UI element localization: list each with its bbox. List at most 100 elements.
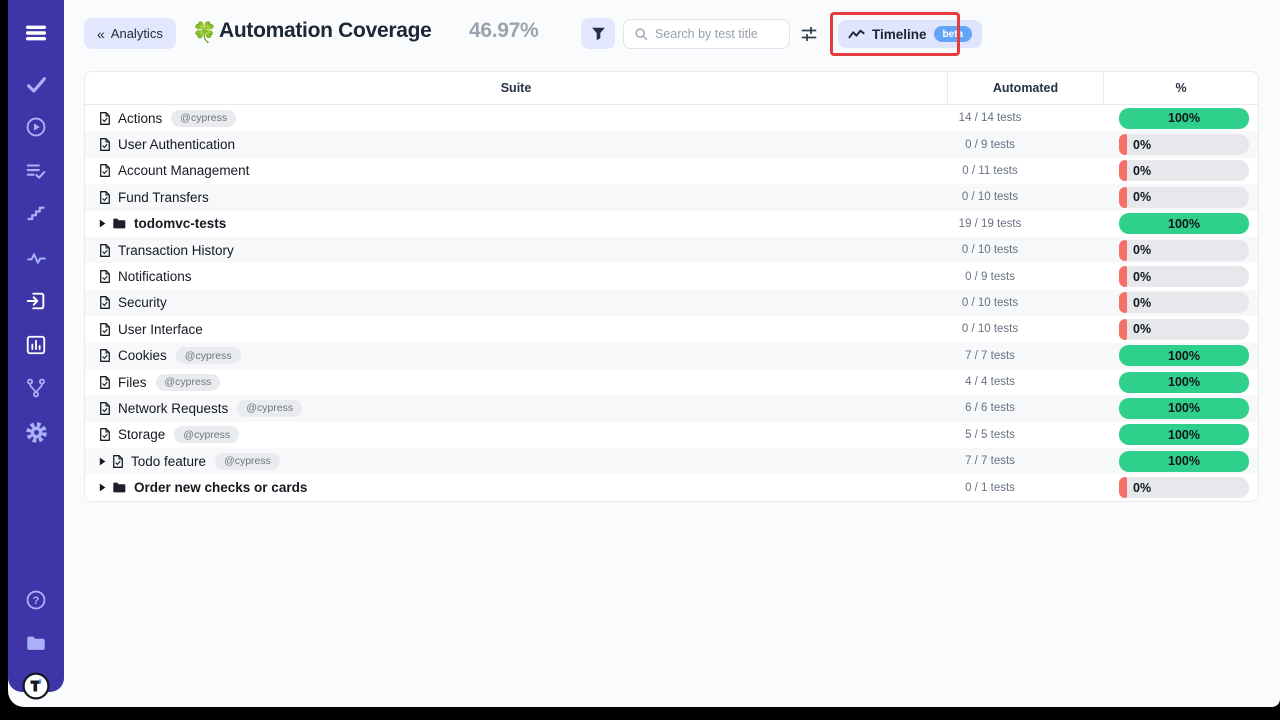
- percent-cell: 0%: [1103, 477, 1258, 498]
- testomat-logo[interactable]: [8, 672, 64, 700]
- cypress-tag: @cypress: [176, 347, 241, 364]
- automated-count: 0 / 10 tests: [947, 191, 1103, 203]
- pulse-icon[interactable]: [8, 245, 64, 271]
- suite-name[interactable]: Transaction History: [118, 243, 234, 258]
- coverage-percent-label: 0%: [1133, 270, 1151, 284]
- column-header-suite: Suite: [85, 72, 947, 104]
- coverage-pill: 100%: [1119, 345, 1249, 366]
- suite-cell: Network Requests @cypress: [85, 400, 947, 417]
- table-row[interactable]: Cookies @cypress 7 / 7 tests 100%: [85, 343, 1258, 369]
- table-row[interactable]: Network Requests @cypress 6 / 6 tests 10…: [85, 395, 1258, 421]
- search-icon: [634, 27, 648, 41]
- document-icon: [99, 322, 111, 337]
- suite-cell: Cookies @cypress: [85, 347, 947, 364]
- suite-name[interactable]: Account Management: [118, 163, 249, 178]
- import-icon[interactable]: [8, 288, 64, 314]
- document-icon: [99, 401, 111, 416]
- table-row[interactable]: Order new checks or cards 0 / 1 tests 0%: [85, 474, 1258, 500]
- suite-name[interactable]: Notifications: [118, 269, 192, 284]
- suite-name[interactable]: todomvc-tests: [134, 216, 226, 231]
- column-header-automated: Automated: [947, 72, 1103, 104]
- expand-triangle-icon[interactable]: [99, 219, 106, 228]
- table-row[interactable]: User Authentication 0 / 9 tests 0%: [85, 131, 1258, 157]
- suite-name[interactable]: Actions: [118, 111, 162, 126]
- branch-icon[interactable]: [8, 375, 64, 401]
- document-icon: [99, 163, 111, 178]
- suite-name[interactable]: Todo feature: [131, 454, 206, 469]
- table-row[interactable]: Fund Transfers 0 / 10 tests 0%: [85, 184, 1258, 210]
- help-icon[interactable]: ?: [8, 587, 64, 613]
- app-window: ? « Analytics 🍀 Automation Coverage 46.9…: [8, 0, 1280, 707]
- check-icon[interactable]: [8, 71, 64, 97]
- suite-cell: Actions @cypress: [85, 110, 947, 127]
- suite-name[interactable]: User Interface: [118, 322, 203, 337]
- cypress-tag: @cypress: [237, 400, 302, 417]
- filter-button[interactable]: [581, 18, 615, 49]
- suite-cell: Transaction History: [85, 243, 947, 258]
- coverage-pill: 0%: [1119, 240, 1249, 261]
- coverage-percent-label: 0%: [1133, 296, 1151, 310]
- percent-cell: 100%: [1103, 108, 1258, 129]
- search-input[interactable]: [655, 27, 779, 41]
- automated-count: 19 / 19 tests: [947, 218, 1103, 230]
- sidebar: ?: [8, 0, 64, 692]
- table-row[interactable]: User Interface 0 / 10 tests 0%: [85, 316, 1258, 342]
- table-row[interactable]: todomvc-tests 19 / 19 tests 100%: [85, 211, 1258, 237]
- document-icon: [99, 427, 111, 442]
- document-icon: [99, 295, 111, 310]
- steps-icon[interactable]: [8, 201, 64, 227]
- document-icon: [99, 375, 111, 390]
- sliders-button[interactable]: [800, 25, 818, 46]
- suite-cell: Storage @cypress: [85, 426, 947, 443]
- automated-count: 7 / 7 tests: [947, 350, 1103, 362]
- folder-icon[interactable]: [8, 630, 64, 656]
- coverage-percent-label: 100%: [1168, 454, 1200, 468]
- list-check-icon[interactable]: [8, 158, 64, 184]
- table-row[interactable]: Actions @cypress 14 / 14 tests 100%: [85, 105, 1258, 131]
- table-row[interactable]: Todo feature @cypress 7 / 7 tests 100%: [85, 448, 1258, 474]
- table-row[interactable]: Files @cypress 4 / 4 tests 100%: [85, 369, 1258, 395]
- coverage-pill: 100%: [1119, 451, 1249, 472]
- percent-cell: 100%: [1103, 213, 1258, 234]
- beta-badge: beta: [934, 26, 973, 42]
- menu-icon[interactable]: [8, 20, 64, 46]
- red-sliver: [1119, 187, 1127, 208]
- coverage-percent-label: 0%: [1133, 164, 1151, 178]
- suite-name[interactable]: Files: [118, 375, 147, 390]
- automated-count: 4 / 4 tests: [947, 376, 1103, 388]
- suite-name[interactable]: Fund Transfers: [118, 190, 209, 205]
- table-row[interactable]: Account Management 0 / 11 tests 0%: [85, 158, 1258, 184]
- suite-name[interactable]: Cookies: [118, 348, 167, 363]
- table-row[interactable]: Transaction History 0 / 10 tests 0%: [85, 237, 1258, 263]
- automated-count: 0 / 10 tests: [947, 244, 1103, 256]
- suite-table-body: Actions @cypress 14 / 14 tests 100% User…: [85, 105, 1258, 501]
- coverage-pill: 100%: [1119, 424, 1249, 445]
- suite-name[interactable]: Order new checks or cards: [134, 480, 307, 495]
- coverage-pill: 0%: [1119, 292, 1249, 313]
- cypress-tag: @cypress: [174, 426, 239, 443]
- table-row[interactable]: Security 0 / 10 tests 0%: [85, 290, 1258, 316]
- analytics-back-button[interactable]: « Analytics: [84, 18, 176, 49]
- automated-count: 0 / 10 tests: [947, 323, 1103, 335]
- table-row[interactable]: Notifications 0 / 9 tests 0%: [85, 263, 1258, 289]
- play-circle-icon[interactable]: [8, 114, 64, 140]
- expand-triangle-icon[interactable]: [99, 483, 106, 492]
- suite-name[interactable]: Storage: [118, 427, 165, 442]
- coverage-percent-label: 0%: [1133, 190, 1151, 204]
- coverage-percent-label: 100%: [1168, 349, 1200, 363]
- bar-chart-icon[interactable]: [8, 332, 64, 358]
- coverage-percent-label: 0%: [1133, 322, 1151, 336]
- timeline-button[interactable]: Timeline beta: [838, 20, 982, 48]
- cypress-tag: @cypress: [215, 453, 280, 470]
- gear-icon[interactable]: [8, 419, 64, 445]
- suite-name[interactable]: Network Requests: [118, 401, 228, 416]
- clover-icon: 🍀: [192, 20, 217, 45]
- suite-name[interactable]: User Authentication: [118, 137, 235, 152]
- expand-triangle-icon[interactable]: [99, 457, 106, 466]
- table-row[interactable]: Storage @cypress 5 / 5 tests 100%: [85, 422, 1258, 448]
- analytics-back-label: Analytics: [111, 26, 163, 41]
- suite-name[interactable]: Security: [118, 295, 167, 310]
- coverage-percent-label: 100%: [1168, 217, 1200, 231]
- document-icon: [99, 190, 111, 205]
- suite-cell: Account Management: [85, 163, 947, 178]
